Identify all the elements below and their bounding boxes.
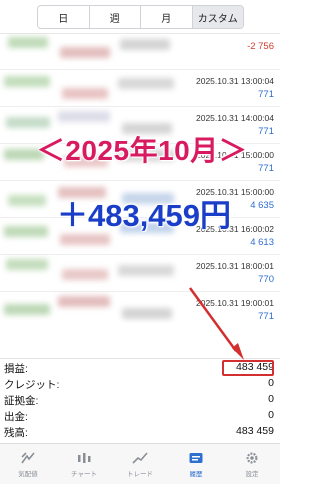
- nav-history[interactable]: 履歴: [168, 444, 224, 484]
- tab-custom[interactable]: カスタム: [191, 6, 243, 28]
- nav-trade[interactable]: トレード: [112, 444, 168, 484]
- summary-row-withdrawal: 出金: 0: [0, 407, 280, 423]
- overlay-month-title: ＜2025年10月＞: [36, 135, 248, 166]
- period-segmented-control: 日 週 月 カスタム: [37, 5, 244, 29]
- nav-chart[interactable]: チャート: [56, 444, 112, 484]
- summary-value: 0: [268, 409, 274, 421]
- bottom-navigation: 気配値 チャート トレード 履歴 設定: [0, 443, 280, 484]
- summary-row-deposit: 証拠金: 0: [0, 391, 280, 407]
- nav-settings[interactable]: 設定: [224, 444, 280, 484]
- tab-week[interactable]: 週: [88, 6, 141, 28]
- tab-day[interactable]: 日: [38, 6, 89, 28]
- blurred-deal-details: [0, 70, 190, 106]
- deal-profit: 4 613: [250, 237, 274, 248]
- summary-label: 証拠金:: [4, 395, 39, 407]
- summary-label: 残高:: [4, 427, 28, 439]
- deal-row[interactable]: -2 756: [0, 33, 280, 70]
- summary-row-credit: クレジット: 0: [0, 375, 280, 391]
- summary-row-balance: 残高: 483 459: [0, 423, 280, 439]
- blurred-deal-details: [0, 33, 190, 69]
- summary-label: 損益:: [4, 363, 28, 375]
- summary-value: 0: [268, 393, 274, 405]
- deal-time: 2025.10.31 18:00:01: [196, 261, 274, 271]
- quotes-icon: [19, 450, 37, 466]
- history-icon: [187, 450, 205, 466]
- blurred-deal-details: [0, 255, 190, 291]
- deal-profit: 771: [258, 89, 274, 100]
- nav-label: トレード: [127, 471, 153, 478]
- tab-month[interactable]: 月: [140, 6, 192, 28]
- summary-value: 0: [268, 377, 274, 389]
- nav-label: チャート: [71, 471, 97, 478]
- deal-row[interactable]: 2025.10.31 19:00:01 771: [0, 292, 280, 323]
- blurred-deal-details: [0, 292, 190, 323]
- deal-time: 2025.10.31 13:00:04: [196, 76, 274, 86]
- chart-icon: [75, 450, 93, 466]
- account-summary: 損益: 483 459 クレジット: 0 証拠金: 0 出金: 0 残高: 48…: [0, 358, 280, 443]
- highlight-box: [222, 360, 274, 376]
- deal-row[interactable]: 2025.10.31 18:00:01 770: [0, 255, 280, 292]
- deal-time: 2025.10.31 14:00:04: [196, 113, 274, 123]
- summary-row-profit: 損益: 483 459: [0, 359, 280, 376]
- summary-label: 出金:: [4, 411, 28, 423]
- deal-profit: 770: [258, 274, 274, 285]
- deal-profit: 771: [258, 311, 274, 322]
- deal-profit: -2 756: [247, 41, 274, 52]
- nav-label: 気配値: [18, 471, 38, 478]
- period-selector-bar: 日 週 月 カスタム: [0, 0, 280, 34]
- overlay-profit-amount: ＋483,459円: [56, 198, 232, 233]
- nav-label: 設定: [245, 471, 259, 478]
- deal-row[interactable]: 2025.10.31 13:00:04 771: [0, 70, 280, 107]
- trade-icon: [131, 450, 149, 466]
- summary-value: 483 459: [236, 425, 274, 437]
- deal-history-list: -2 756 2025.10.31 13:00:04 771 2025.10.3…: [0, 33, 280, 323]
- nav-label: 履歴: [189, 471, 203, 478]
- nav-quotes[interactable]: 気配値: [0, 444, 56, 484]
- gear-icon: [243, 450, 261, 466]
- deal-time: 2025.10.31 19:00:01: [196, 298, 274, 308]
- summary-label: クレジット:: [4, 379, 60, 391]
